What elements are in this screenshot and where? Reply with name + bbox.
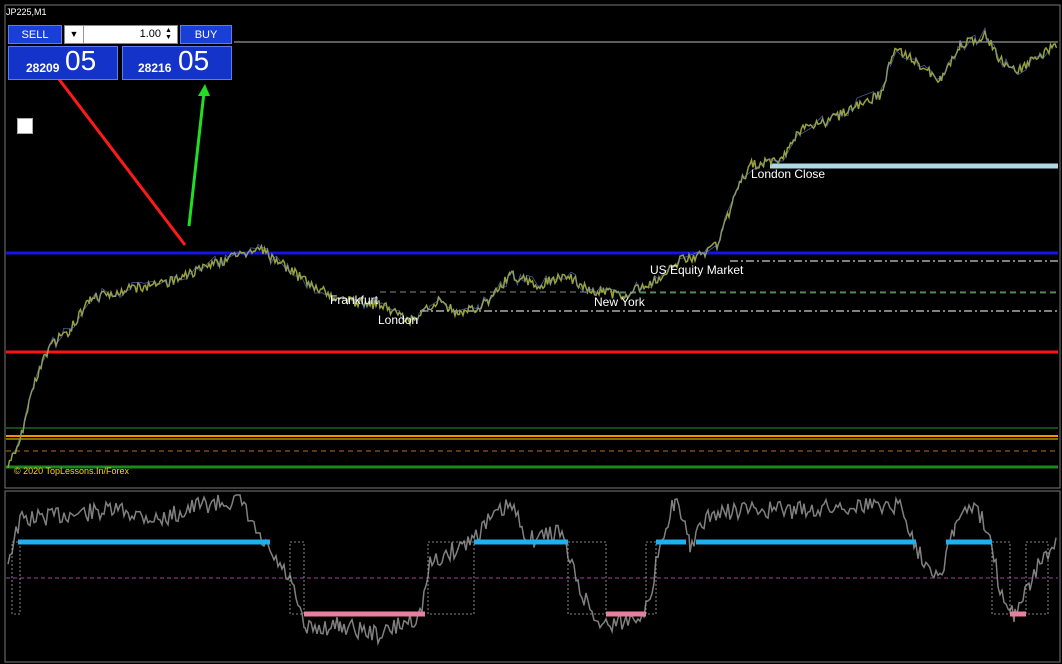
buy-price-big: 05 — [178, 45, 210, 76]
session-label-london-close: London Close — [751, 167, 826, 181]
checkbox-icon[interactable] — [17, 118, 33, 134]
sell-price-box[interactable]: 28209 05 — [8, 45, 118, 80]
lot-value: 1.00 — [139, 28, 161, 40]
lot-stepper-icon[interactable]: ▲ ▼ — [165, 27, 175, 42]
lot-size-input[interactable]: ▼ 1.00 ▲ ▼ — [64, 25, 178, 44]
session-label-frankfurt: Frankfurt — [330, 293, 379, 307]
buy-button[interactable]: BUY — [180, 25, 232, 44]
chart-window[interactable]: JP225,M1 SELL ▼ 1.00 ▲ ▼ BUY 28209 05 282… — [0, 0, 1062, 664]
chart-canvas[interactable] — [0, 0, 1062, 664]
arrow-green-icon — [187, 91, 206, 227]
session-label-us-equity: US Equity Market — [650, 263, 744, 277]
session-label-london: London — [378, 313, 419, 327]
buy-price-box[interactable]: 28216 05 — [122, 45, 232, 80]
price-wicks — [12, 26, 1050, 455]
copyright-text: © 2020 TopLessons.In/Forex — [14, 466, 130, 476]
arrow-red-icon — [50, 69, 187, 246]
price-candles — [7, 30, 1058, 469]
buy-price-small: 28216 — [138, 61, 172, 75]
session-label-new-york: New York — [594, 295, 645, 309]
sell-price-big: 05 — [65, 45, 97, 76]
oscillator-line — [7, 494, 1057, 647]
sell-button[interactable]: SELL — [8, 25, 62, 44]
arrow-green-head-icon — [198, 84, 210, 96]
lot-dropdown-icon[interactable]: ▼ — [65, 26, 84, 43]
symbol-label: JP225,M1 — [6, 7, 47, 17]
sell-price-small: 28209 — [26, 61, 60, 75]
one-click-trading-panel[interactable]: SELL ▼ 1.00 ▲ ▼ BUY 28209 05 28216 05 — [8, 25, 232, 80]
